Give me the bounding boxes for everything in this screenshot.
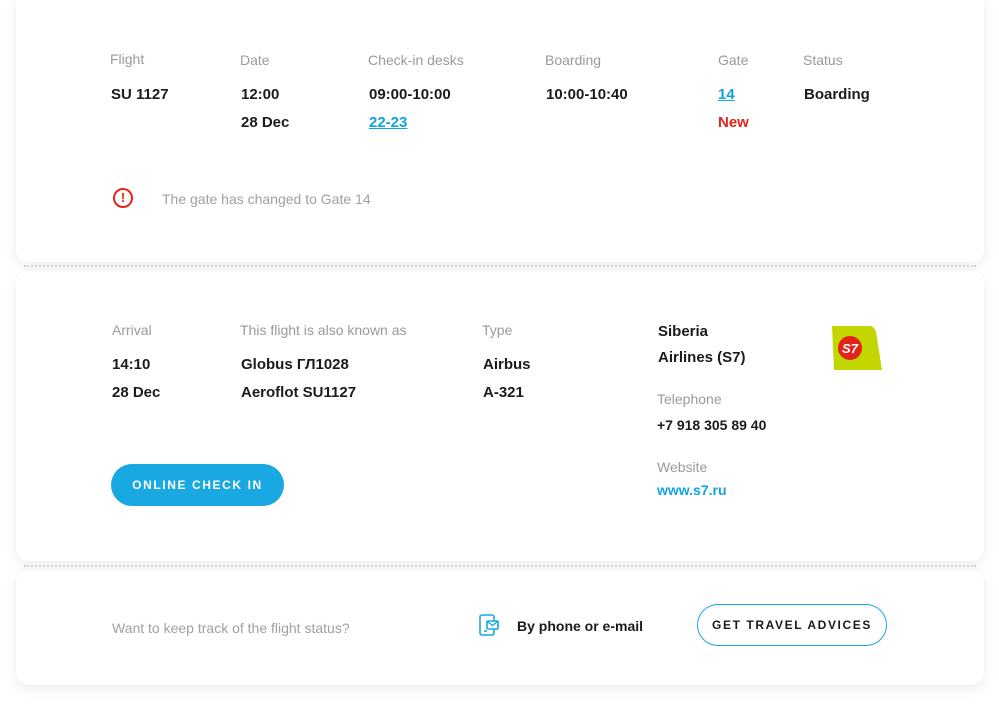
checkin-label: Check-in desks [368,52,464,68]
gate-change-message: The gate has changed to Gate 14 [162,191,371,207]
flight-details-card [16,271,984,561]
status-label: Status [803,52,843,68]
flight-label: Flight [110,51,145,67]
flight-status: Boarding [804,86,870,103]
s7-logo-text: S7 [842,341,859,356]
departure-date: 28 Dec [241,114,290,131]
boarding-time: 10:00-10:40 [546,86,628,103]
aka-aeroflot: Aeroflot SU1127 [241,384,357,401]
arrival-time: 14:10 [112,356,151,373]
date-label: Date [240,52,270,68]
phone-mail-icon [479,614,499,636]
get-travel-advices-button[interactable]: GET TRAVEL ADVICES [697,604,887,646]
s7-logo-icon: S7 [832,326,882,370]
gate-new-badge: New [718,114,749,131]
alert-circle-icon: ! [113,188,133,208]
aircraft-type-label: Type [482,322,513,338]
airline-name-line2: Airlines (S7) [658,349,746,366]
telephone-value[interactable]: +7 918 305 89 40 [657,417,766,433]
dotted-divider [24,265,976,267]
dotted-divider [24,565,976,567]
gate-number-link[interactable]: 14 [718,86,735,103]
arrival-date: 28 Dec [112,384,161,401]
departure-time: 12:00 [241,86,280,103]
website-link[interactable]: www.s7.ru [657,482,727,498]
website-label: Website [657,459,708,475]
tracking-prompt: Want to keep track of the flight status? [112,620,350,636]
airline-name-line1: Siberia [658,323,709,340]
arrival-label: Arrival [112,322,152,338]
flight-summary-card [16,0,984,262]
flight-number: SU 1127 [111,86,169,103]
checkin-desks-link[interactable]: 22-23 [369,114,407,131]
tracking-channel-label[interactable]: By phone or e-mail [517,618,643,634]
boarding-label: Boarding [545,52,602,68]
aircraft-manufacturer: Airbus [483,356,531,373]
gate-label: Gate [718,52,749,68]
aka-label: This flight is also known as [240,322,407,338]
aka-globus: Globus ГЛ1028 [241,356,349,373]
telephone-label: Telephone [657,391,722,407]
checkin-time: 09:00-10:00 [369,86,451,103]
online-check-in-button[interactable]: ONLINE CHECK IN [111,464,284,506]
aircraft-model: A-321 [483,384,524,401]
